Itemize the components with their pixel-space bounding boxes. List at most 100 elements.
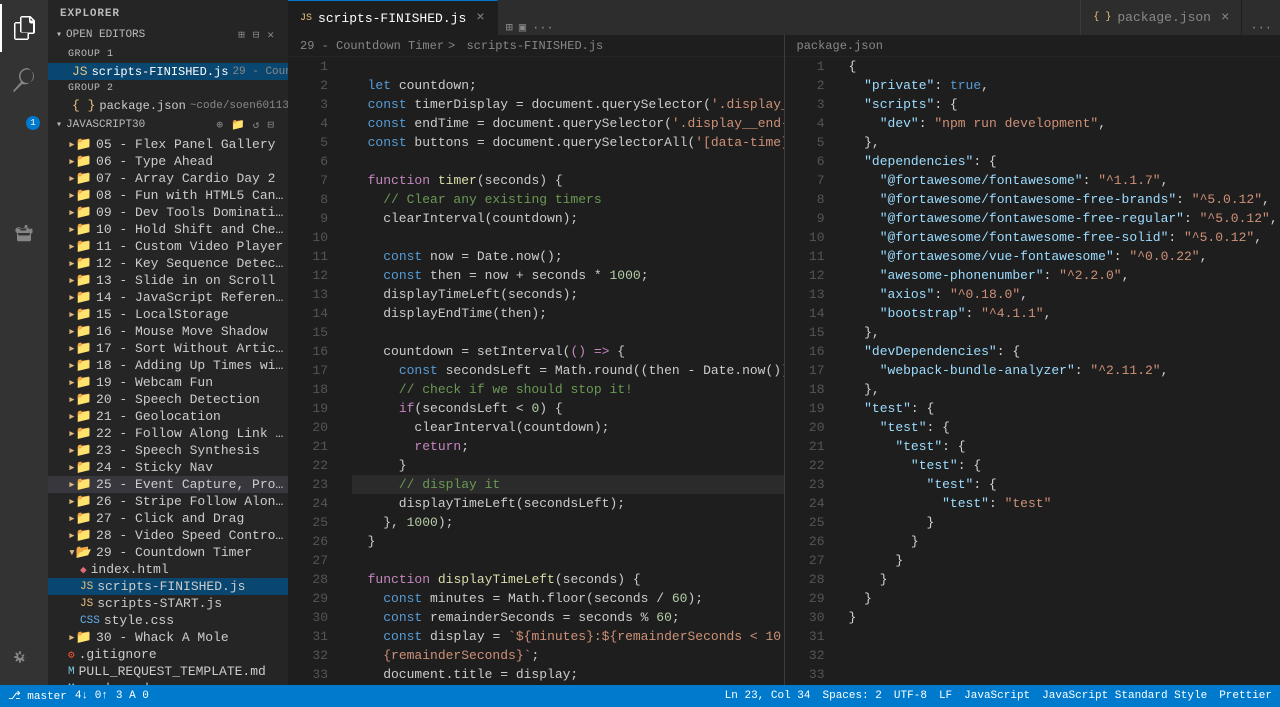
folder-item[interactable]: ▸📁25 - Event Capture, Propagation, Bubbi…: [48, 476, 288, 493]
style-indicator[interactable]: JavaScript Standard Style: [1042, 690, 1207, 702]
folder-item[interactable]: ▸📁09 - Dev Tools Domination: [48, 204, 288, 221]
folder-item[interactable]: ▸📁08 - Fun with HTML5 Canvas: [48, 187, 288, 204]
folder-item[interactable]: ▸📁28 - Video Speed Controller: [48, 527, 288, 544]
tab-scripts-finished[interactable]: JS scripts-FINISHED.js ×: [288, 0, 498, 35]
encoding-indicator[interactable]: UTF-8: [894, 690, 927, 702]
folder-item[interactable]: JSscripts-START.js: [48, 595, 288, 612]
breadcrumb-2: package.json: [785, 35, 1280, 57]
folder-icon: ▸📁: [68, 205, 92, 220]
open-file-package-json[interactable]: { } package.json ~code/soen6011 3, M: [48, 97, 288, 114]
activity-icon-explorer[interactable]: [0, 4, 48, 52]
folder-icon: ▸📁: [68, 239, 92, 254]
folder-item[interactable]: ▸📁 11 - Custom Video Player: [48, 238, 288, 255]
sync-status[interactable]: 4↓ 0↑: [75, 690, 108, 702]
js-icon: JS: [80, 581, 93, 593]
spaces-indicator[interactable]: Spaces: 2: [823, 690, 882, 702]
folder-name: 18 - Adding Up Times with Reduce: [96, 358, 288, 373]
folder-name: 13 - Slide in on Scroll: [96, 273, 275, 288]
folder-item[interactable]: ▸📁27 - Click and Drag: [48, 510, 288, 527]
code-editor-2[interactable]: 1234567891011121314151617181920212223242…: [785, 57, 1280, 685]
folder-item[interactable]: ▸📁07 - Array Cardio Day 2: [48, 170, 288, 187]
folder-item[interactable]: ▸📁24 - Sticky Nav: [48, 459, 288, 476]
tab-label-2: package.json: [1117, 10, 1211, 25]
tab-package-json[interactable]: { } package.json ×: [1080, 0, 1242, 35]
code-lines-1: let countdown; const timerDisplay = docu…: [336, 57, 784, 685]
folder-name: 17 - Sort Without Articles: [96, 341, 288, 356]
breadcrumb-1: 29 - Countdown Timer scripts-FINISHED.js: [288, 35, 784, 57]
folder-item[interactable]: ▸📁30 - Whack A Mole: [48, 629, 288, 646]
folder-name: 11 - Custom Video Player: [96, 239, 283, 254]
folder-open-icon: ▾📂: [68, 545, 92, 560]
folder-item[interactable]: ▾📂 29 - Countdown Timer: [48, 544, 288, 561]
folder-icon: ▸📁: [68, 460, 92, 475]
refresh-icon[interactable]: ↺: [251, 116, 262, 134]
folder-icon: ▸📁: [68, 409, 92, 424]
open-file-name: scripts-FINISHED.js: [92, 65, 229, 79]
folder-item[interactable]: ▸📁14 - JavaScript References VS Copying: [48, 289, 288, 306]
breadcrumb-file-2: package.json: [797, 39, 883, 53]
new-file-icon[interactable]: ⊕: [214, 116, 225, 134]
folder-item[interactable]: ▸📁15 - LocalStorage: [48, 306, 288, 323]
cursor-position[interactable]: Ln 23, Col 34: [725, 690, 811, 702]
folder-item[interactable]: ▸📁18 - Adding Up Times with Reduce: [48, 357, 288, 374]
folder-item[interactable]: ▸📁05 - Flex Panel Gallery: [48, 136, 288, 153]
tab-close-2[interactable]: ×: [1221, 10, 1229, 26]
collapse-all-icon[interactable]: ⊟: [265, 116, 276, 134]
folder-item[interactable]: ◆index.html: [48, 561, 288, 578]
folder-name: 30 - Whack A Mole: [96, 630, 229, 645]
language-indicator[interactable]: JavaScript: [964, 690, 1030, 702]
tab-close-1[interactable]: ×: [476, 10, 484, 26]
folder-item[interactable]: ▸📁22 - Follow Along Link Highlighter: [48, 425, 288, 442]
prettier-indicator[interactable]: Prettier: [1219, 690, 1272, 702]
collapse-icon[interactable]: ⊟: [251, 26, 262, 44]
close-all-icon[interactable]: ✕: [265, 26, 276, 44]
activity-icon-debug[interactable]: [0, 160, 48, 208]
activity-icon-extensions[interactable]: [0, 212, 48, 260]
folder-item[interactable]: CSSstyle.css: [48, 612, 288, 629]
folder-item[interactable]: ⚙.gitignore: [48, 646, 288, 663]
folder-icon: ▸📁: [68, 341, 92, 356]
folder-name: 28 - Video Speed Controller: [96, 528, 288, 543]
open-file-name2: package.json: [99, 99, 185, 113]
folder-name: 25 - Event Capture, Propagation, Bubbi..…: [96, 477, 288, 492]
folder-item[interactable]: ▸📁13 - Slide in on Scroll: [48, 272, 288, 289]
more-icon-2[interactable]: ···: [1250, 21, 1272, 35]
folder-name: style.css: [104, 613, 174, 628]
open-file-scripts-finished[interactable]: JS scripts-FINISHED.js 29 - Countdown ✕: [48, 63, 288, 80]
folder-item[interactable]: ▸📁23 - Speech Synthesis: [48, 442, 288, 459]
split-editor-icon[interactable]: ⊞: [236, 26, 247, 44]
folder-item[interactable]: ▸📁06 - Type Ahead: [48, 153, 288, 170]
folder-name: 07 - Array Cardio Day 2: [96, 171, 275, 186]
activity-icon-scm[interactable]: 1: [0, 108, 48, 156]
layout-icon[interactable]: ▣: [519, 20, 526, 35]
statusbar: ⎇ master 4↓ 0↑ 3 A 0 Ln 23, Col 34 Space…: [0, 685, 1280, 707]
code-content-2: 1234567891011121314151617181920212223242…: [785, 57, 1280, 685]
new-folder-icon[interactable]: 📁: [229, 116, 247, 134]
sidebar-content[interactable]: ▾ OPEN EDITORS ⊞ ⊟ ✕ GROUP 1 JS scripts-…: [48, 24, 288, 685]
folder-item[interactable]: MPULL_REQUEST_TEMPLATE.md: [48, 663, 288, 680]
open-editors-label: OPEN EDITORS: [66, 29, 145, 41]
code-editor-1[interactable]: 1234567891011121314151617181920212223242…: [288, 57, 784, 685]
folder-item[interactable]: JSscripts-FINISHED.js: [48, 578, 288, 595]
git-branch[interactable]: ⎇ master: [8, 689, 67, 703]
folder-item[interactable]: ▸📁16 - Mouse Move Shadow: [48, 323, 288, 340]
activity-icon-search[interactable]: [0, 56, 48, 104]
group1-header: GROUP 1: [48, 46, 288, 63]
folder-item[interactable]: ▸📁20 - Speech Detection: [48, 391, 288, 408]
eol-indicator[interactable]: LF: [939, 690, 952, 702]
open-editors-header[interactable]: ▾ OPEN EDITORS ⊞ ⊟ ✕: [48, 24, 288, 46]
folder-item[interactable]: ▸📁26 - Stripe Follow Along Nav: [48, 493, 288, 510]
folder-item[interactable]: ▸📁19 - Webcam Fun: [48, 374, 288, 391]
error-count[interactable]: 3 A 0: [116, 690, 149, 702]
tab-js-icon: JS: [300, 13, 312, 24]
activity-icon-settings[interactable]: [0, 637, 48, 685]
folder-item[interactable]: ▸📁 17 - Sort Without Articles: [48, 340, 288, 357]
js30-root-header[interactable]: ▾ JAVASCRIPT30 ⊕ 📁 ↺ ⊟: [48, 114, 288, 136]
folder-item[interactable]: ▸📁12 - Key Sequence Detection: [48, 255, 288, 272]
folder-name: 29 - Countdown Timer: [96, 545, 252, 560]
folder-item[interactable]: ▸📁21 - Geolocation: [48, 408, 288, 425]
open-file-path: ~code/soen6011: [190, 100, 282, 112]
split-icon[interactable]: ⊞: [506, 20, 513, 35]
folder-item[interactable]: ▸📁10 - Hold Shift and Check Checkboxes: [48, 221, 288, 238]
more-icon[interactable]: ···: [532, 21, 554, 35]
